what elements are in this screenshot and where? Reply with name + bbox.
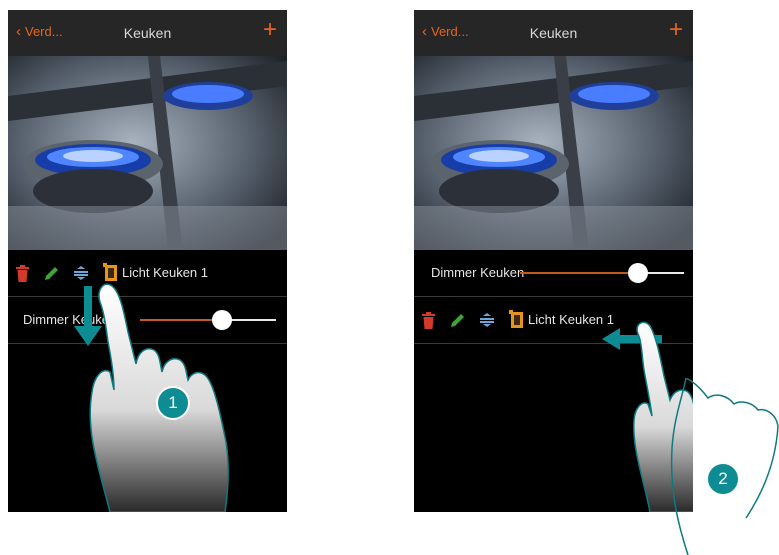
light-switch-icon [509,310,527,335]
device-label: Dimmer Keuken [431,265,525,280]
room-photo [414,56,693,250]
step-badge: 2 [706,462,740,496]
page-title: Keuken [123,25,172,41]
pencil-icon[interactable] [43,265,59,287]
top-bar: ‹ Verd... Keuken + [414,10,693,56]
slider-fill [520,272,639,274]
step-badge: 1 [156,386,190,420]
phone-screen-1: ‹ Verd... Keuken + Licht Keuken 1 Dimmer… [8,10,287,512]
trash-icon[interactable] [422,311,435,334]
hand-outline-icon [670,378,779,555]
plus-icon[interactable]: + [263,17,277,43]
list-item-dimmer[interactable]: Dimmer Keuken [414,250,693,297]
top-bar: ‹ Verd... Keuken + [8,10,287,56]
slider-handle[interactable] [628,263,649,283]
pencil-icon[interactable] [449,312,465,334]
device-label: Licht Keuken 1 [528,312,615,327]
page-title: Keuken [529,25,578,41]
plus-icon[interactable]: + [669,17,683,43]
move-icon[interactable] [479,313,495,332]
trash-icon[interactable] [16,264,29,287]
room-photo [8,56,287,250]
